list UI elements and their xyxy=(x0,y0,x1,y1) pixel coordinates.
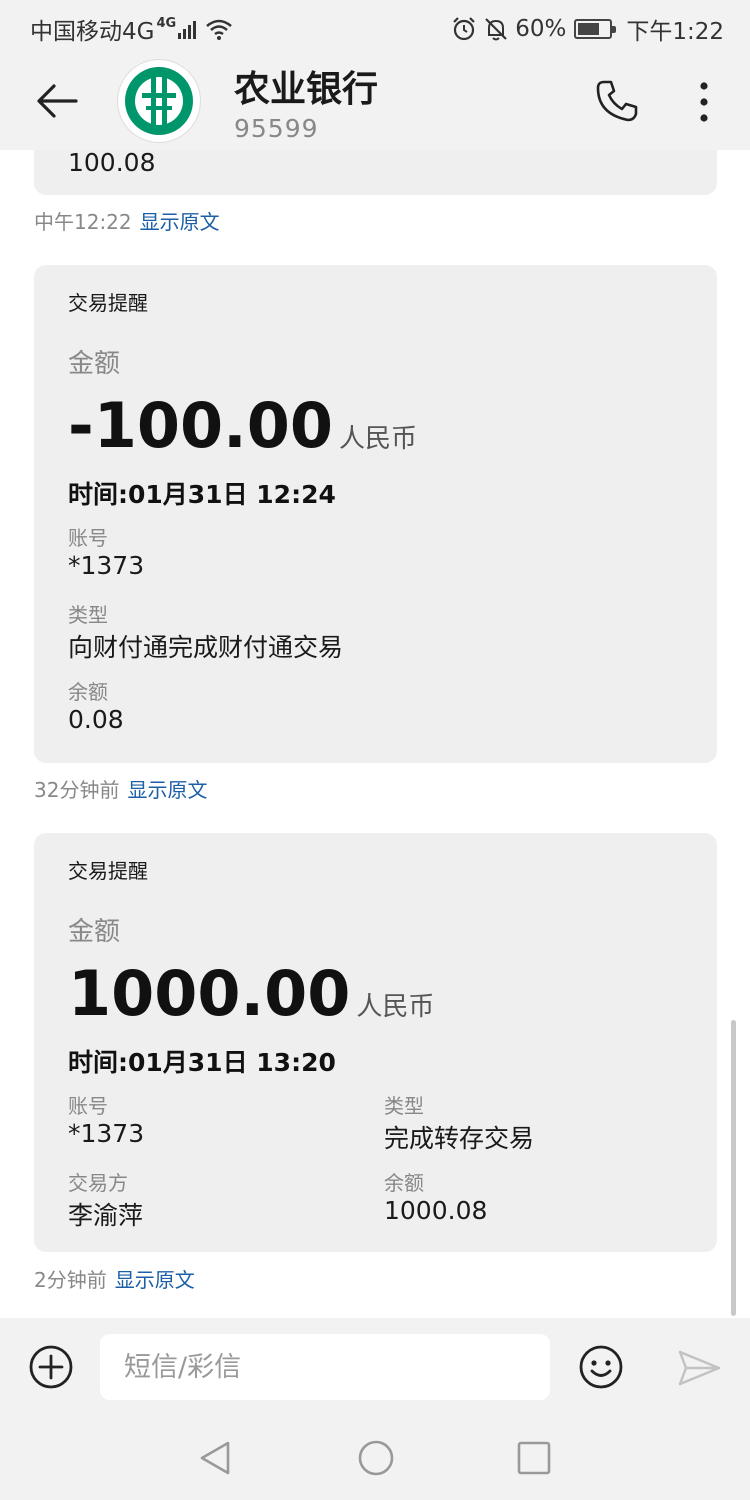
balance-label: 余额 xyxy=(68,680,108,704)
mute-bell-icon xyxy=(485,18,507,41)
compose-bar xyxy=(0,1318,750,1418)
alarm-icon xyxy=(453,17,475,41)
conversation-header: 农业银行 95599 xyxy=(0,52,750,150)
type-label: 类型 xyxy=(384,1094,424,1118)
signal-icon xyxy=(178,19,197,39)
carrier-label: 中国移动4G xyxy=(30,19,155,45)
scrollbar[interactable] xyxy=(731,1020,736,1316)
type-value: 向财付通完成财付通交易 xyxy=(68,633,344,662)
amount-number: -100.00 xyxy=(68,389,333,462)
phone-icon[interactable] xyxy=(594,78,640,124)
message-time: 中午12:22 xyxy=(34,210,132,234)
transaction-time: 时间:01月31日 13:20 xyxy=(68,1048,336,1077)
nav-recents-icon[interactable] xyxy=(514,1438,554,1478)
transaction-time: 时间:01月31日 12:24 xyxy=(68,480,336,509)
network-type-sup: 4G xyxy=(156,15,177,31)
currency-label: 人民币 xyxy=(338,424,417,454)
battery-percent: 60% xyxy=(515,16,567,42)
transaction-card[interactable]: 交易提醒 金额 -100.00 人民币 时间:01月31日 12:24 账号 *1… xyxy=(34,265,717,763)
status-right: 60% 下午1:22 xyxy=(451,12,724,46)
show-original-link[interactable]: 显示原文 xyxy=(115,1268,195,1292)
battery-icon xyxy=(574,19,617,39)
balance-value: 1000.08 xyxy=(384,1196,488,1225)
emoji-icon[interactable] xyxy=(578,1344,624,1390)
card-title: 交易提醒 xyxy=(68,291,148,315)
message-text: 100.08 xyxy=(68,150,156,177)
counterparty-value: 李渝萍 xyxy=(68,1201,144,1230)
clock: 下午1:22 xyxy=(626,19,724,45)
message-meta: 2分钟前 显示原文 xyxy=(34,1264,195,1293)
contact-number: 95599 xyxy=(234,114,319,143)
show-original-link[interactable]: 显示原文 xyxy=(127,778,207,802)
balance-value: 0.08 xyxy=(68,705,124,734)
account-value: *1373 xyxy=(68,1119,145,1148)
message-input[interactable] xyxy=(100,1334,550,1400)
amount-label: 金额 xyxy=(68,349,121,379)
message-meta: 32分钟前 显示原文 xyxy=(34,774,207,803)
message-list[interactable]: 100.08 中午12:22 显示原文 交易提醒 金额 -100.00 人民币 时间… xyxy=(0,150,750,1318)
nav-back-icon[interactable] xyxy=(196,1438,236,1478)
show-original-link[interactable]: 显示原文 xyxy=(140,210,220,234)
type-value: 完成转存交易 xyxy=(384,1124,535,1153)
system-nav-bar xyxy=(0,1418,750,1500)
more-options-icon[interactable] xyxy=(690,80,718,124)
add-attachment-icon[interactable] xyxy=(28,1344,74,1390)
card-title: 交易提醒 xyxy=(68,859,148,883)
back-arrow-icon[interactable] xyxy=(34,78,80,124)
status-bar: 中国移动4G 4G 60% 下午1:22 xyxy=(0,0,750,52)
send-icon[interactable] xyxy=(676,1348,722,1388)
amount-number: 1000.00 xyxy=(68,957,351,1030)
account-label: 账号 xyxy=(68,1094,108,1118)
currency-label: 人民币 xyxy=(356,992,435,1022)
amount-value: -100.00 人民币 xyxy=(68,389,417,462)
abc-bank-logo[interactable] xyxy=(118,60,200,142)
wifi-icon xyxy=(206,19,232,40)
balance-label: 余额 xyxy=(384,1171,424,1195)
contact-name: 农业银行 xyxy=(234,69,379,110)
counterparty-label: 交易方 xyxy=(68,1171,128,1195)
message-time: 2分钟前 xyxy=(34,1268,107,1292)
account-label: 账号 xyxy=(68,526,108,550)
amount-label: 金额 xyxy=(68,917,121,947)
message-bubble[interactable]: 100.08 xyxy=(34,150,717,195)
message-meta: 中午12:22 显示原文 xyxy=(34,206,220,235)
nav-home-icon[interactable] xyxy=(356,1438,396,1478)
amount-value: 1000.00 人民币 xyxy=(68,957,434,1030)
account-value: *1373 xyxy=(68,551,145,580)
transaction-card[interactable]: 交易提醒 金额 1000.00 人民币 时间:01月31日 13:20 账号 *1… xyxy=(34,833,717,1252)
status-left: 中国移动4G 4G xyxy=(30,12,234,46)
type-label: 类型 xyxy=(68,603,108,627)
message-time: 32分钟前 xyxy=(34,778,120,802)
